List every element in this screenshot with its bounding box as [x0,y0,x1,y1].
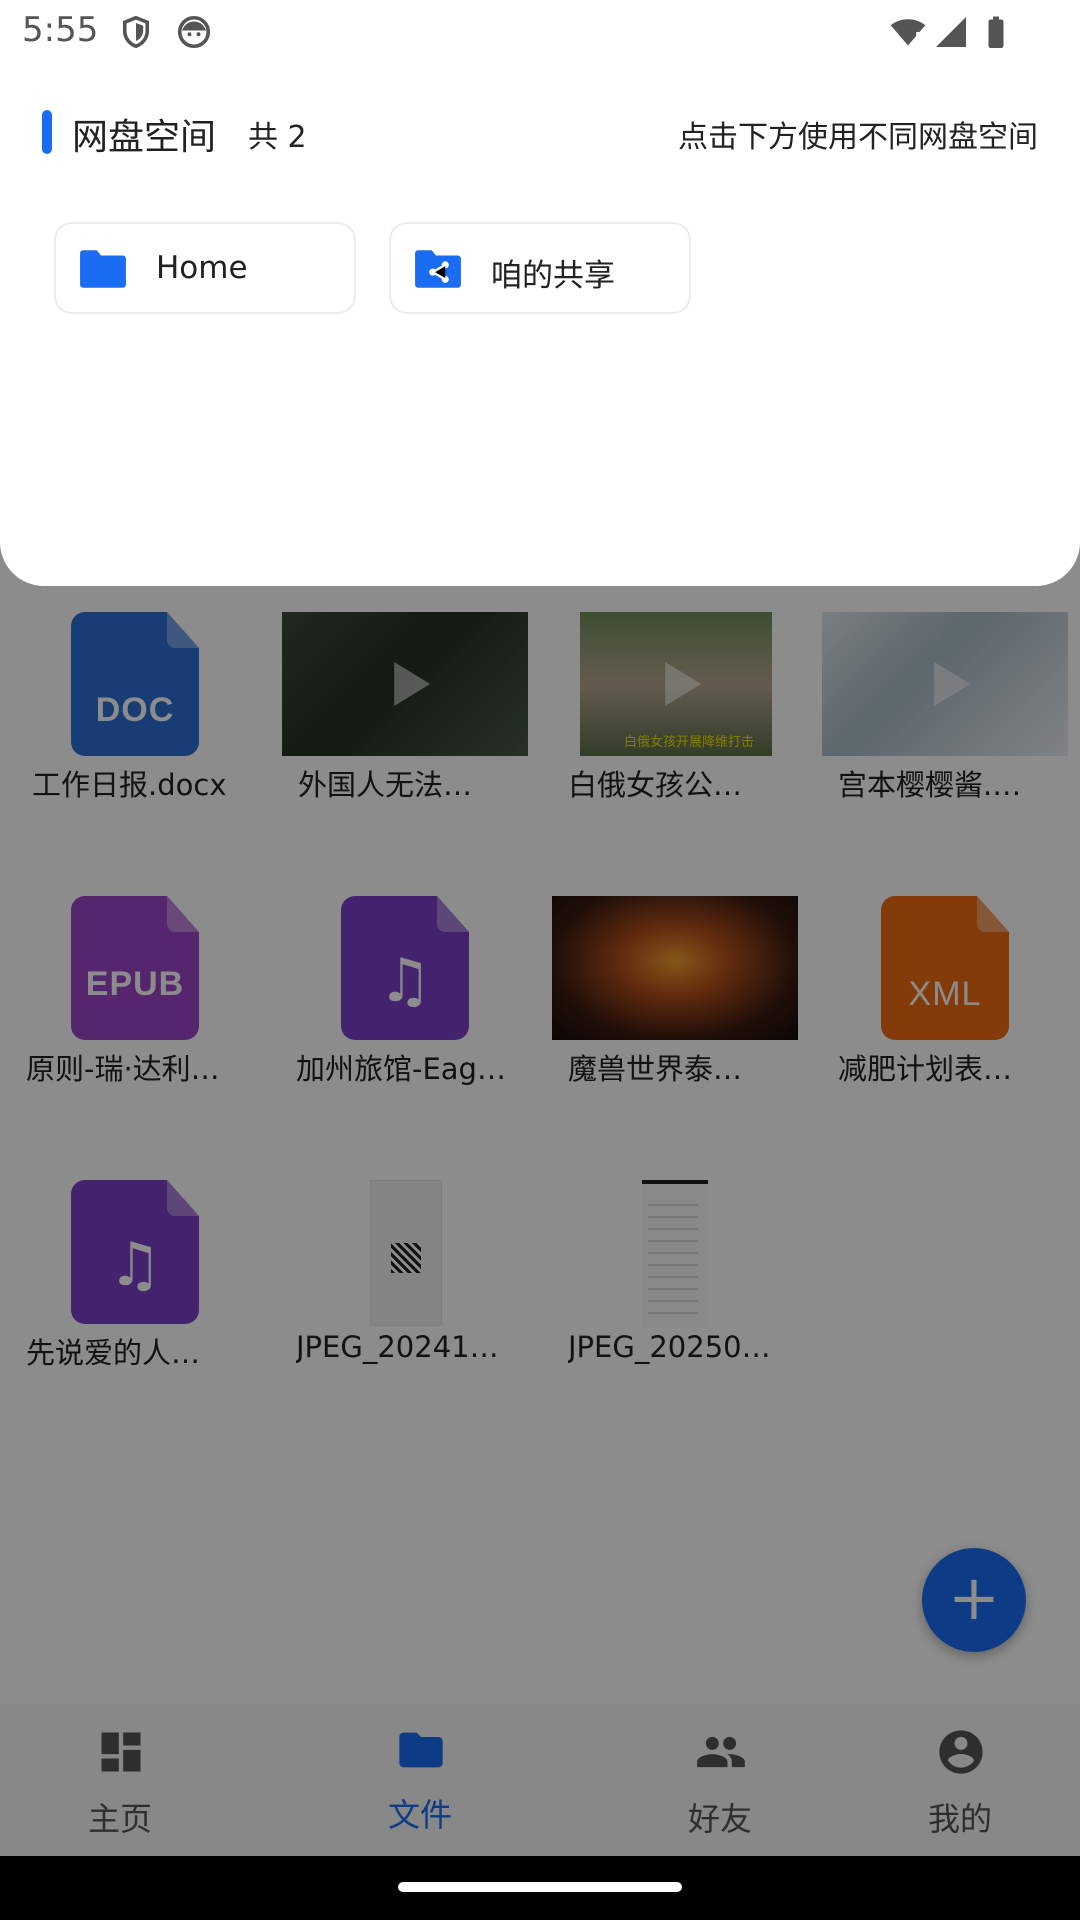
status-bar: 5:55 [0,0,1080,64]
android-face-icon [177,15,211,49]
sheet-header: 网盘空间 共 2 点击下方使用不同网盘空间 [0,100,1080,160]
sheet-hint: 点击下方使用不同网盘空间 [678,120,1038,155]
shared-folder-icon [415,250,461,288]
sheet-title: 网盘空间 [72,117,217,158]
storage-space-sheet: 5:55 网盘空间 共 2 点击下方使用不同网盘空间 Home 咱的共享 [0,0,1080,586]
home-gesture-handle[interactable] [398,1882,682,1892]
space-label: Home [156,250,248,286]
cellular-signal-icon [936,17,966,47]
shield-icon [122,15,150,49]
space-label: 咱的共享 [491,258,615,294]
battery-icon [988,16,1004,48]
space-card-shared[interactable]: 咱的共享 [389,222,691,314]
title-accent-bar [42,110,52,154]
space-card-home[interactable]: Home [54,222,356,314]
folder-icon [80,250,126,288]
wifi-icon [890,19,926,47]
gesture-navigation-bar [0,1856,1080,1920]
space-count: 共 2 [248,120,307,155]
status-time: 5:55 [22,10,99,50]
